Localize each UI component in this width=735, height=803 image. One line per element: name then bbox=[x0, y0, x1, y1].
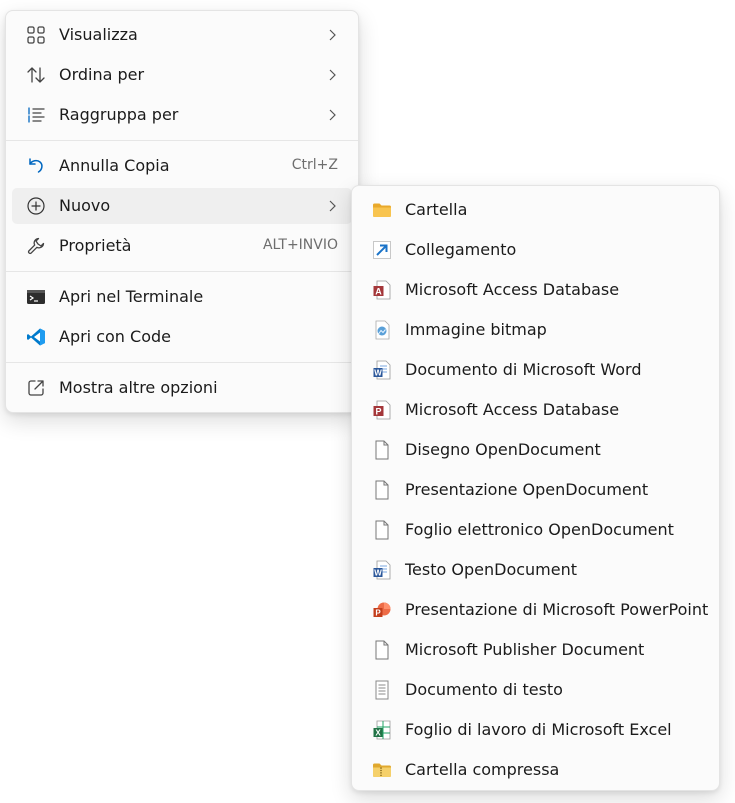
shortcut-label: ALT+INVIO bbox=[262, 237, 338, 253]
menu-separator bbox=[6, 271, 358, 272]
submenu-item-odt[interactable]: W Testo OpenDocument bbox=[358, 552, 713, 588]
submenu-item-label: Immagine bitmap bbox=[405, 320, 547, 339]
zip-folder-icon bbox=[372, 760, 392, 780]
access-icon: A bbox=[372, 280, 392, 300]
text-file-icon bbox=[372, 680, 392, 700]
chevron-right-icon bbox=[324, 198, 340, 214]
menu-item-proprieta[interactable]: Proprietà ALT+INVIO bbox=[12, 228, 352, 264]
submenu-item-publisher[interactable]: Microsoft Publisher Document bbox=[358, 632, 713, 668]
blank-file-icon bbox=[372, 640, 392, 660]
submenu-item-label: Microsoft Access Database bbox=[405, 400, 620, 419]
submenu-item-word-doc[interactable]: W Documento di Microsoft Word bbox=[358, 352, 713, 388]
context-menu: Visualizza Ordina per Raggruppa per Annu… bbox=[5, 10, 359, 413]
chevron-right-icon bbox=[324, 27, 340, 43]
blank-file-icon bbox=[372, 480, 392, 500]
blank-file-icon bbox=[372, 440, 392, 460]
shortcut-label: Ctrl+Z bbox=[291, 157, 338, 173]
access-icon: P bbox=[372, 400, 392, 420]
menu-item-label: Raggruppa per bbox=[59, 105, 179, 124]
submenu-item-label: Foglio di lavoro di Microsoft Excel bbox=[405, 720, 672, 739]
submenu-item-label: Microsoft Access Database bbox=[405, 280, 620, 299]
submenu-item-label: Documento di Microsoft Word bbox=[405, 360, 642, 379]
submenu-item-access-db-2[interactable]: P Microsoft Access Database bbox=[358, 392, 713, 428]
menu-item-mostra-altre-opzioni[interactable]: Mostra altre opzioni bbox=[12, 370, 352, 406]
svg-text:P: P bbox=[375, 609, 381, 618]
submenu-item-ods[interactable]: Foglio elettronico OpenDocument bbox=[358, 512, 713, 548]
sort-icon bbox=[26, 65, 46, 85]
grid-view-icon bbox=[26, 25, 46, 45]
word-icon: W bbox=[372, 560, 392, 580]
submenu-item-odp[interactable]: Presentazione OpenDocument bbox=[358, 472, 713, 508]
svg-text:A: A bbox=[375, 287, 382, 297]
menu-item-raggruppa-per[interactable]: Raggruppa per bbox=[12, 97, 352, 133]
svg-text:P: P bbox=[375, 407, 381, 417]
submenu-item-label: Testo OpenDocument bbox=[405, 560, 578, 579]
submenu-item-bitmap[interactable]: Immagine bitmap bbox=[358, 312, 713, 348]
menu-item-label: Apri nel Terminale bbox=[59, 287, 204, 306]
submenu-item-label: Cartella compressa bbox=[405, 760, 560, 779]
svg-text:W: W bbox=[374, 369, 382, 378]
menu-item-label: Ordina per bbox=[59, 65, 145, 84]
submenu-item-powerpoint[interactable]: P Presentazione di Microsoft PowerPoint bbox=[358, 592, 713, 628]
chevron-right-icon bbox=[324, 67, 340, 83]
chevron-right-icon bbox=[324, 107, 340, 123]
wrench-icon bbox=[26, 236, 46, 256]
submenu-item-label: Presentazione OpenDocument bbox=[405, 480, 649, 499]
menu-item-annulla-copia[interactable]: Annulla Copia Ctrl+Z bbox=[12, 148, 352, 184]
svg-text:W: W bbox=[374, 569, 382, 578]
undo-icon bbox=[26, 156, 46, 176]
menu-item-visualizza[interactable]: Visualizza bbox=[12, 17, 352, 53]
menu-item-label: Proprietà bbox=[59, 236, 132, 255]
menu-item-apri-terminale[interactable]: Apri nel Terminale bbox=[12, 279, 352, 315]
menu-item-label: Mostra altre opzioni bbox=[59, 378, 218, 397]
submenu-item-label: Documento di testo bbox=[405, 680, 563, 699]
submenu-item-zip[interactable]: Cartella compressa bbox=[358, 752, 713, 788]
bitmap-icon bbox=[372, 320, 392, 340]
menu-item-ordina-per[interactable]: Ordina per bbox=[12, 57, 352, 93]
menu-separator bbox=[6, 362, 358, 363]
shortcut-arrow-icon bbox=[372, 240, 392, 260]
submenu-item-label: Disegno OpenDocument bbox=[405, 440, 601, 459]
word-icon: W bbox=[372, 360, 392, 380]
submenu-item-excel[interactable]: X Foglio di lavoro di Microsoft Excel bbox=[358, 712, 713, 748]
submenu-item-label: Cartella bbox=[405, 200, 468, 219]
menu-item-nuovo[interactable]: Nuovo bbox=[12, 188, 352, 224]
blank-file-icon bbox=[372, 520, 392, 540]
menu-item-label: Nuovo bbox=[59, 196, 111, 215]
submenu-item-label: Presentazione di Microsoft PowerPoint bbox=[405, 600, 709, 619]
submenu-item-cartella[interactable]: Cartella bbox=[358, 192, 713, 228]
group-list-icon bbox=[26, 105, 46, 125]
menu-item-label: Apri con Code bbox=[59, 327, 171, 346]
menu-item-label: Annulla Copia bbox=[59, 156, 170, 175]
menu-separator bbox=[6, 140, 358, 141]
svg-text:X: X bbox=[375, 729, 381, 738]
submenu-item-odg[interactable]: Disegno OpenDocument bbox=[358, 432, 713, 468]
add-circle-icon bbox=[26, 196, 46, 216]
submenu-item-access-db[interactable]: A Microsoft Access Database bbox=[358, 272, 713, 308]
powerpoint-icon: P bbox=[372, 600, 392, 620]
submenu-item-label: Microsoft Publisher Document bbox=[405, 640, 645, 659]
excel-icon: X bbox=[372, 720, 392, 740]
submenu-item-label: Foglio elettronico OpenDocument bbox=[405, 520, 674, 539]
submenu-nuovo: Cartella Collegamento A Microsoft Access… bbox=[351, 185, 720, 791]
submenu-item-text-doc[interactable]: Documento di testo bbox=[358, 672, 713, 708]
terminal-icon bbox=[26, 287, 46, 307]
open-external-icon bbox=[26, 378, 46, 398]
submenu-item-label: Collegamento bbox=[405, 240, 517, 259]
submenu-item-collegamento[interactable]: Collegamento bbox=[358, 232, 713, 268]
menu-item-label: Visualizza bbox=[59, 25, 138, 44]
vscode-icon bbox=[26, 327, 46, 347]
menu-item-apri-code[interactable]: Apri con Code bbox=[12, 319, 352, 355]
folder-icon bbox=[372, 200, 392, 220]
